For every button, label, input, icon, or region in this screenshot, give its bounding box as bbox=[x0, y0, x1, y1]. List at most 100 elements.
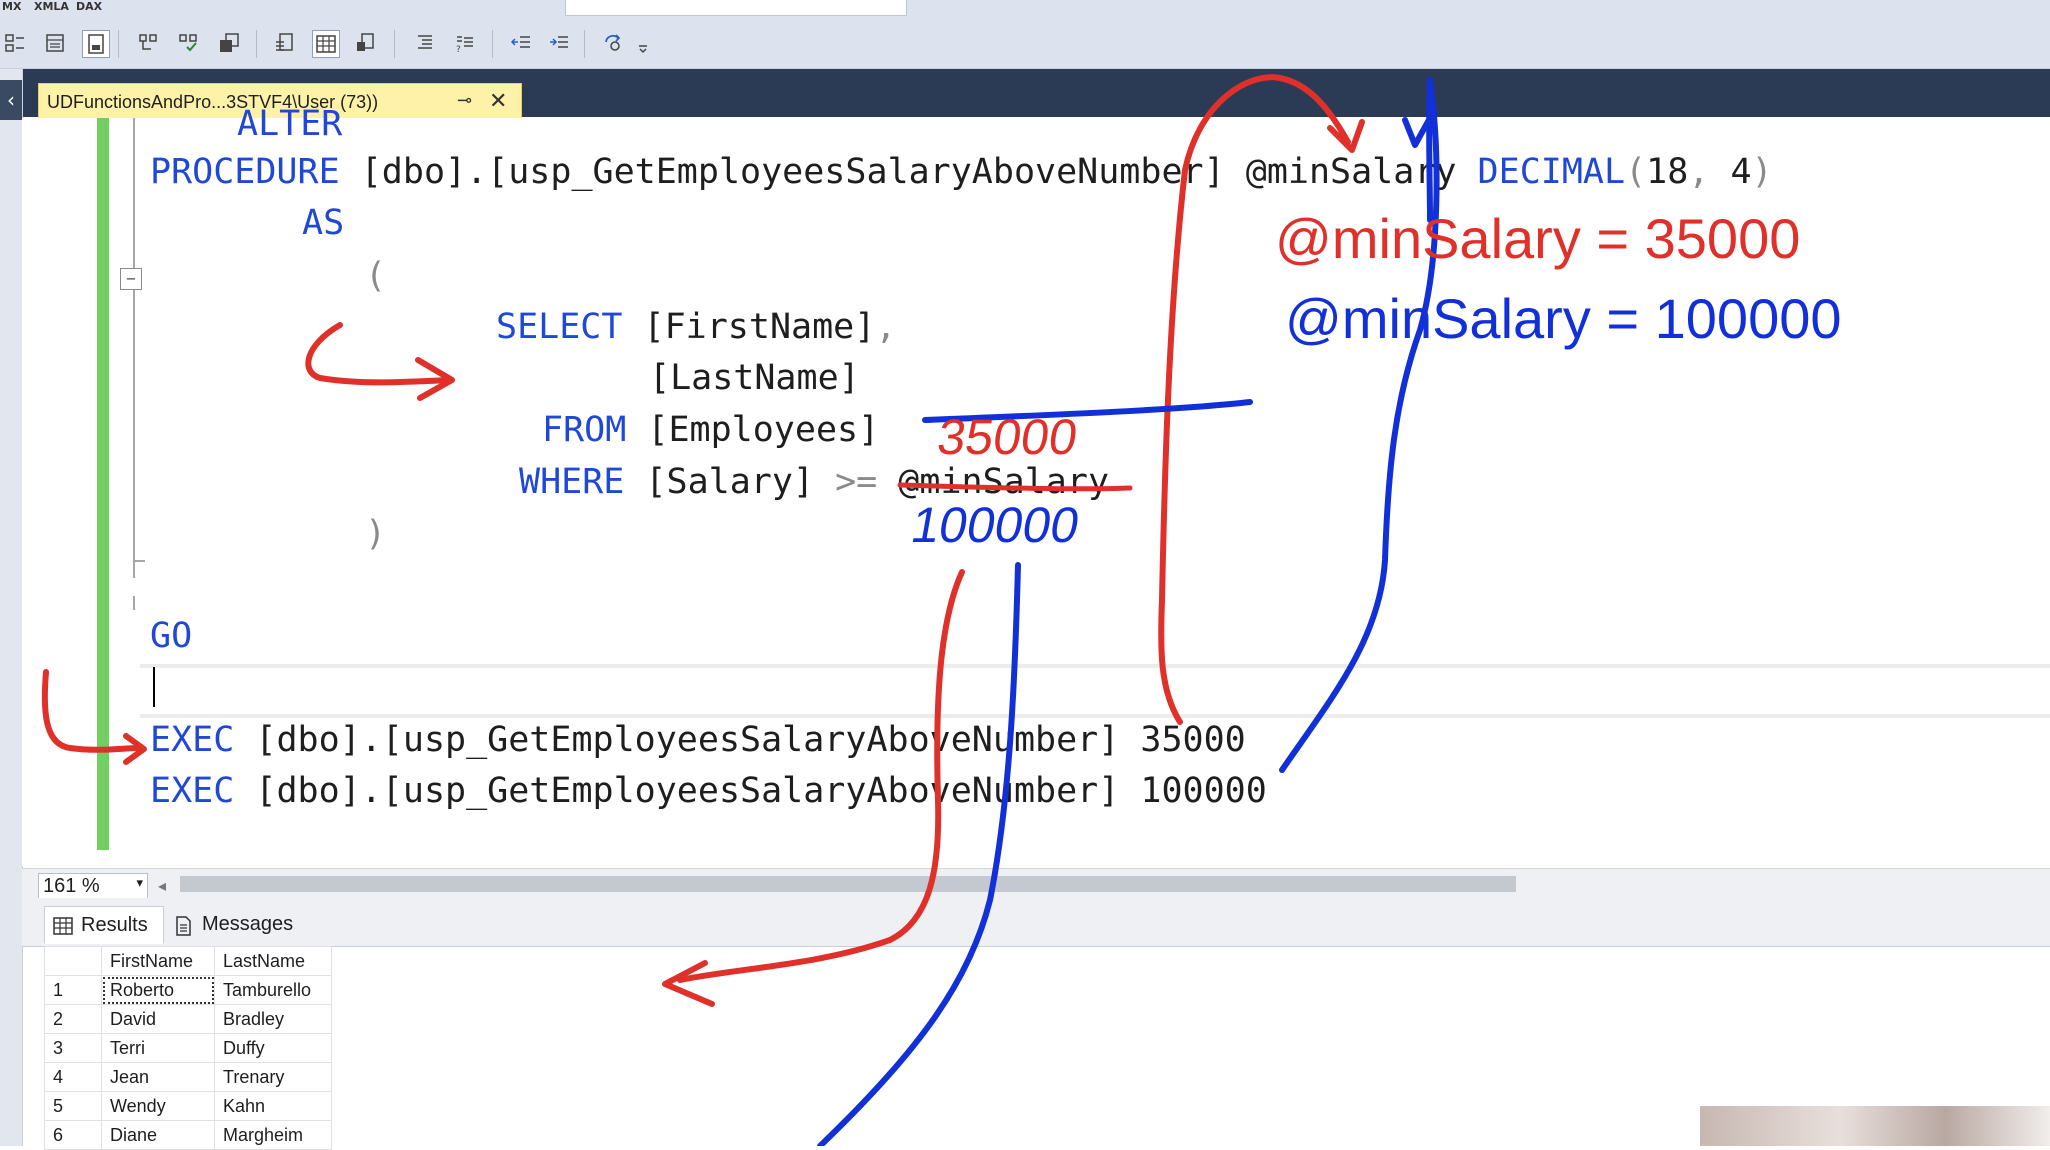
current-line-highlight bbox=[140, 664, 2050, 718]
results-icon[interactable] bbox=[216, 30, 242, 56]
code-line-lastname: [LastName] bbox=[649, 358, 860, 398]
dropdown-icon[interactable] bbox=[636, 30, 650, 56]
code-line-exec-1: EXEC [dbo].[usp_GetEmployeesSalaryAboveN… bbox=[150, 720, 1246, 760]
tab-results[interactable]: Results bbox=[44, 906, 164, 944]
table-cell[interactable]: Bradley bbox=[214, 1004, 332, 1034]
indent-icon[interactable] bbox=[272, 30, 298, 56]
code-line-procedure: PROCEDURE [dbo].[usp_GetEmployeesSalaryA… bbox=[150, 152, 1773, 192]
toolbar-separator bbox=[394, 30, 395, 58]
table-row[interactable]: 3 Terri Duffy bbox=[44, 1033, 332, 1063]
collapse-panel-button[interactable]: ‹ bbox=[0, 80, 22, 120]
change-tracking-bar bbox=[97, 118, 109, 850]
layout-icon[interactable] bbox=[2, 30, 28, 56]
dax-query-button[interactable]: DAX bbox=[76, 0, 102, 13]
column-header-firstname[interactable]: FirstName bbox=[101, 946, 215, 976]
toolbar-combo-box[interactable] bbox=[565, 0, 907, 16]
row-number: 4 bbox=[44, 1062, 102, 1092]
table-row[interactable]: 4 Jean Trenary bbox=[44, 1062, 332, 1092]
table-row[interactable]: 5 Wendy Kahn bbox=[44, 1091, 332, 1121]
table-cell[interactable]: Margheim bbox=[214, 1120, 332, 1150]
annotation-blue-text: @minSalary = 100000 bbox=[1285, 287, 1842, 350]
outline-line bbox=[133, 596, 135, 610]
pin-icon[interactable]: ⊸ bbox=[457, 90, 472, 111]
results-grid[interactable]: FirstName LastName 1 Roberto Tamburello … bbox=[44, 946, 332, 1150]
code-keyword: DECIMAL bbox=[1477, 152, 1626, 192]
outdent-icon[interactable] bbox=[508, 30, 534, 56]
zoom-select[interactable]: 161 % ▾ bbox=[38, 873, 148, 899]
code-keyword: SELECT bbox=[496, 307, 623, 347]
toolbar-separator bbox=[256, 30, 257, 58]
toolbar-top-strip: MX XMLA DAX bbox=[0, 0, 2050, 18]
object-icon[interactable] bbox=[136, 30, 162, 56]
code-line-from: FROM [Employees] bbox=[542, 410, 879, 450]
code-keyword: WHERE bbox=[519, 462, 625, 502]
code-text: [Employees] bbox=[626, 410, 880, 450]
tab-messages[interactable]: Messages bbox=[166, 906, 306, 942]
scrollbar-thumb[interactable] bbox=[180, 876, 1516, 892]
zoom-value: 161 % bbox=[43, 875, 100, 897]
row-number: 2 bbox=[44, 1004, 102, 1034]
code-punct: , bbox=[875, 307, 897, 347]
table-row[interactable]: 1 Roberto Tamburello bbox=[44, 975, 332, 1005]
messages-icon bbox=[176, 916, 191, 936]
presenter-video-thumbnail bbox=[1700, 1106, 2050, 1146]
code-text: [Salary] bbox=[624, 462, 836, 502]
annotation-red-text: @minSalary = 35000 bbox=[1275, 207, 1801, 270]
text-caret bbox=[153, 667, 155, 707]
table-cell[interactable]: Jean bbox=[101, 1062, 215, 1092]
toolbar-separator bbox=[584, 30, 585, 58]
indent-more-icon[interactable] bbox=[546, 30, 572, 56]
query-check-icon[interactable] bbox=[176, 30, 202, 56]
table-row[interactable]: 2 David Bradley bbox=[44, 1004, 332, 1034]
table-row[interactable]: 6 Diane Margheim bbox=[44, 1120, 332, 1150]
column-header-lastname[interactable]: LastName bbox=[214, 946, 332, 976]
svg-text:?: ? bbox=[456, 45, 461, 54]
mdx-query-button[interactable]: MX bbox=[2, 0, 21, 13]
red-arrowhead bbox=[662, 960, 715, 1007]
table-cell[interactable]: Tamburello bbox=[214, 975, 332, 1005]
table-cell[interactable]: Roberto bbox=[101, 975, 215, 1005]
row-number: 6 bbox=[44, 1120, 102, 1150]
code-keyword: EXEC bbox=[150, 771, 235, 811]
toolbar-separator bbox=[492, 30, 493, 58]
table-cell[interactable]: David bbox=[101, 1004, 215, 1034]
list-icon[interactable] bbox=[412, 30, 438, 56]
code-line-as: AS bbox=[302, 203, 345, 243]
specify-values-icon[interactable] bbox=[600, 30, 626, 56]
comment-icon[interactable]: ? bbox=[452, 30, 478, 56]
code-line-close-paren: ) bbox=[365, 514, 387, 554]
table-cell[interactable]: Wendy bbox=[101, 1091, 215, 1121]
pane-icon[interactable] bbox=[82, 30, 110, 58]
code-line-go: GO bbox=[150, 616, 193, 656]
tab-results-label: Results bbox=[81, 914, 148, 936]
swap-icon[interactable] bbox=[352, 30, 378, 56]
code-punct: >= bbox=[835, 462, 878, 502]
window-icon[interactable] bbox=[42, 30, 68, 56]
close-icon[interactable]: ✕ bbox=[489, 88, 507, 114]
code-line-alter: ALTER bbox=[237, 104, 343, 144]
toolbar: MX XMLA DAX ? bbox=[0, 0, 2050, 69]
tab-messages-label: Messages bbox=[202, 913, 294, 935]
table-cell[interactable]: Terri bbox=[101, 1033, 215, 1063]
table-cell[interactable]: Kahn bbox=[214, 1091, 332, 1121]
code-keyword: EXEC bbox=[150, 720, 235, 760]
code-keyword: FROM bbox=[542, 410, 627, 450]
code-text: [FirstName] bbox=[622, 307, 876, 347]
code-punct: ) bbox=[1751, 152, 1773, 192]
collapse-region-icon[interactable]: − bbox=[120, 268, 142, 290]
table-cell[interactable]: Trenary bbox=[214, 1062, 332, 1092]
scroll-left-icon[interactable]: ◂ bbox=[158, 876, 166, 895]
table-icon[interactable] bbox=[312, 30, 340, 58]
table-cell[interactable]: Duffy bbox=[214, 1033, 332, 1063]
code-punct: ( bbox=[1625, 152, 1647, 192]
code-punct: , bbox=[1688, 152, 1710, 192]
row-number: 5 bbox=[44, 1091, 102, 1121]
xmla-query-button[interactable]: XMLA bbox=[34, 0, 69, 13]
code-line-exec-2: EXEC [dbo].[usp_GetEmployeesSalaryAboveN… bbox=[150, 771, 1267, 811]
outline-line bbox=[133, 118, 135, 578]
grid-header-row: FirstName LastName bbox=[44, 946, 332, 976]
code-line-select: SELECT [FirstName], bbox=[496, 307, 896, 347]
row-number: 1 bbox=[44, 975, 102, 1005]
outline-end-tick bbox=[133, 560, 145, 562]
table-cell[interactable]: Diane bbox=[101, 1120, 215, 1150]
